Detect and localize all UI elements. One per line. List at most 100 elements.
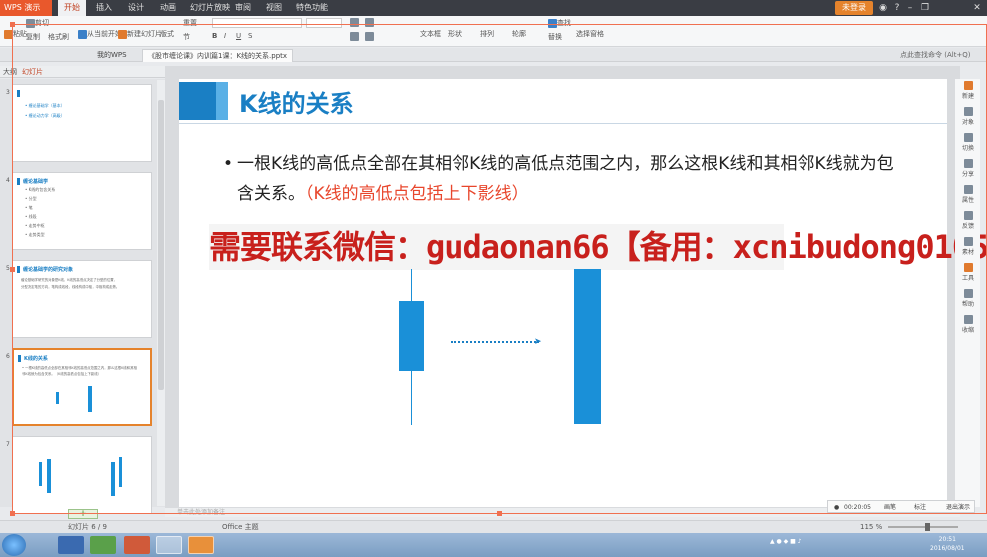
taskbar-app-icon[interactable] bbox=[156, 536, 182, 554]
bullets-button[interactable] bbox=[350, 18, 359, 27]
tab-current-file[interactable]: 《股市缠论课》内训篇1课：K线的关系.pptx bbox=[142, 49, 294, 62]
slide-thumbnail-list: 3 • 缠论基础学（基本） • 缠论动力学（高级） 4 缠论基础学 • K线的包… bbox=[0, 79, 165, 514]
zoom-slider-knob[interactable] bbox=[924, 523, 930, 531]
right-collapse-button[interactable]: 收缩 bbox=[957, 315, 979, 334]
tab-insert[interactable]: 插入 bbox=[96, 0, 112, 16]
scrollbar-thumb[interactable] bbox=[158, 100, 164, 390]
reset-button[interactable]: 重置 bbox=[183, 18, 197, 28]
thumb-line: • K线的包含关系 bbox=[25, 187, 56, 192]
help-icon[interactable]: ? bbox=[890, 1, 904, 15]
right-task-pane: 新建 对象 切换 分享 属性 反馈 素材 工具 帮助 收缩 bbox=[955, 79, 980, 507]
exit-presentation-button[interactable]: 退出演示 bbox=[946, 501, 970, 514]
slide-thumbnail-6[interactable]: K线的关系 • 一根K线的高低点全部在其相邻K线的高低点范围之内，那么这根K线和… bbox=[12, 348, 152, 426]
tab-outline[interactable]: 大纲 bbox=[3, 66, 17, 78]
arrange-button[interactable]: 排列 bbox=[480, 29, 494, 39]
thumb-line: 缠论基础学研究的对象是K线，K线的高低点决定了分型的位置， bbox=[21, 278, 117, 282]
slide-panel-header: 大纲 幻灯片 bbox=[0, 66, 165, 78]
object-icon bbox=[963, 107, 973, 116]
taskbar-app-icon[interactable] bbox=[58, 536, 84, 554]
timer: 00:20:05 bbox=[844, 504, 871, 511]
format-painter-button[interactable]: 格式刷 bbox=[48, 32, 69, 42]
frame-handle[interactable] bbox=[10, 22, 15, 27]
app-menu-button[interactable]: WPS 演示 bbox=[0, 0, 52, 16]
bold-button[interactable]: B bbox=[212, 32, 217, 40]
select-window-button[interactable]: 选择窗格 bbox=[576, 29, 604, 39]
slide-thumbnail-7[interactable] bbox=[12, 436, 152, 514]
taskbar-wps-icon[interactable] bbox=[188, 536, 214, 554]
slide-thumbnail-4[interactable]: 缠论基础学 • K线的包含关系 • 分型 • 笔 • 线段 • 走势中枢 • 走… bbox=[12, 172, 152, 250]
thumb-title-bar bbox=[17, 266, 20, 273]
slide-thumbnail-5[interactable]: 缠论基础学的研究对象 缠论基础学研究的对象是K线，K线的高低点决定了分型的位置，… bbox=[12, 260, 152, 338]
from-current-button[interactable]: 从当前开始 bbox=[78, 29, 122, 39]
add-slide-button[interactable]: + bbox=[68, 509, 98, 519]
tab-animation[interactable]: 动画 bbox=[160, 0, 176, 16]
section-button[interactable]: 节 bbox=[183, 32, 190, 42]
frame-handle[interactable] bbox=[497, 511, 502, 516]
taskbar-app-icon[interactable] bbox=[90, 536, 116, 554]
cut-button[interactable]: 剪切 bbox=[26, 18, 49, 28]
tab-review[interactable]: 审阅 bbox=[235, 0, 251, 16]
minimize-icon[interactable]: – bbox=[903, 1, 917, 15]
numbering-button[interactable] bbox=[365, 18, 374, 27]
layout-button[interactable]: 版式 bbox=[160, 29, 174, 39]
current-slide[interactable]: K线的关系 • 一根K线的高低点全部在其相邻K线的高低点范围之内，那么这根K线和其… bbox=[179, 79, 987, 507]
text-box-button[interactable]: 文本框 bbox=[420, 29, 441, 39]
thumb-line: • 一根K线的高低点全部在其相邻K线的高低点范围之内，那么这根K线和其相 bbox=[22, 366, 137, 370]
italic-button[interactable]: I bbox=[224, 32, 226, 40]
right-help-button[interactable]: 帮助 bbox=[957, 289, 979, 308]
slide-bullet[interactable]: • 一根K线的高低点全部在其相邻K线的高低点范围之内，那么这根K线和其相邻K线就为… bbox=[223, 149, 907, 209]
ribbon-toolbar: 粘贴 剪切 复制 格式刷 从当前开始 新建幻灯片 版式 重置 节 B I U S… bbox=[0, 16, 987, 47]
slide-title[interactable]: K线的关系 bbox=[239, 84, 354, 119]
login-button[interactable]: 未登录 bbox=[835, 1, 873, 15]
tab-home[interactable]: 开始 bbox=[58, 0, 86, 16]
skin-icon[interactable]: ◉ bbox=[876, 1, 890, 15]
strike-button[interactable]: S bbox=[248, 32, 252, 40]
cut-icon bbox=[26, 18, 35, 28]
slide-thumbnail-3[interactable]: • 缠论基础学（基本） • 缠论动力学（高级） bbox=[12, 84, 152, 162]
zoom-slider[interactable] bbox=[888, 526, 958, 528]
replace-button[interactable]: 替换 bbox=[548, 32, 562, 42]
frame-handle[interactable] bbox=[10, 267, 15, 272]
right-share-button[interactable]: 分享 bbox=[957, 159, 979, 178]
thumb-line: • 缠论动力学（高级） bbox=[25, 113, 65, 118]
tab-features[interactable]: 特色功能 bbox=[296, 0, 328, 16]
align-left-button[interactable] bbox=[350, 32, 359, 41]
right-tools-button[interactable]: 工具 bbox=[957, 263, 979, 282]
right-transition-button[interactable]: 切换 bbox=[957, 133, 979, 152]
marker-button[interactable]: 标注 bbox=[914, 501, 926, 514]
align-center-button[interactable] bbox=[365, 32, 374, 41]
restore-icon[interactable]: ❐ bbox=[918, 1, 932, 15]
right-new-button[interactable]: 新建 bbox=[957, 81, 979, 100]
right-material-button[interactable]: 素材 bbox=[957, 237, 979, 256]
start-button[interactable] bbox=[2, 534, 26, 556]
clock[interactable]: 20:51 2016/08/01 bbox=[930, 535, 965, 553]
tab-slides[interactable]: 幻灯片 bbox=[22, 66, 43, 78]
thumb-number: 7 bbox=[6, 441, 10, 448]
close-icon[interactable]: ✕ bbox=[970, 1, 984, 15]
tab-my-wps[interactable]: 我的WPS bbox=[92, 49, 132, 62]
tab-slideshow[interactable]: 幻灯片放映 bbox=[190, 0, 230, 16]
find-button[interactable]: 查找 bbox=[548, 18, 571, 28]
font-size-select[interactable] bbox=[306, 18, 342, 28]
frame-handle[interactable] bbox=[10, 511, 15, 516]
arrow-head-icon: ➤ bbox=[534, 337, 542, 347]
right-feedback-button[interactable]: 反馈 bbox=[957, 211, 979, 230]
system-tray[interactable]: ▲ ● ◆ ■ ♪ bbox=[770, 538, 802, 545]
underline-button[interactable]: U bbox=[236, 32, 241, 40]
right-property-button[interactable]: 属性 bbox=[957, 185, 979, 204]
pen-button[interactable]: 画笔 bbox=[884, 501, 896, 514]
shape-button[interactable]: 形状 bbox=[448, 29, 462, 39]
outline-button[interactable]: 轮廓 bbox=[512, 29, 526, 39]
right-object-button[interactable]: 对象 bbox=[957, 107, 979, 126]
tab-design[interactable]: 设计 bbox=[128, 0, 144, 16]
font-name-select[interactable] bbox=[212, 18, 302, 28]
tab-view[interactable]: 视图 bbox=[266, 0, 282, 16]
paste-button[interactable]: 粘贴 bbox=[4, 29, 27, 39]
new-slide-button[interactable]: 新建幻灯片 bbox=[118, 29, 162, 39]
taskbar-app-icon[interactable] bbox=[124, 536, 150, 554]
thumb-line: • 分型 bbox=[25, 196, 37, 201]
command-search[interactable]: 点此查找命令 (Alt+Q) bbox=[900, 49, 971, 62]
copy-button[interactable]: 复制 bbox=[26, 32, 40, 42]
status-bar: 幻灯片 6 / 9 Office 主题 115 % bbox=[0, 520, 987, 533]
thumb-line: 分型决定笔的方向，笔构成线段，线段构成中枢，中枢构成走势。 bbox=[21, 285, 120, 289]
